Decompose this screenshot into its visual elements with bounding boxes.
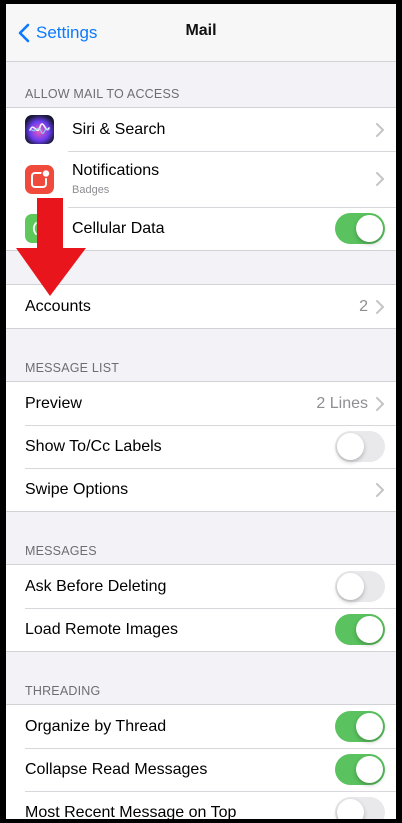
settings-screen: Settings Mail ALLOW MAIL TO ACCESS Siri … (6, 4, 396, 819)
chevron-right-icon (376, 396, 384, 411)
chevron-right-icon (376, 122, 384, 137)
navigation-bar: Settings Mail (6, 4, 396, 62)
ask-before-deleting-row: Ask Before Deleting (6, 565, 396, 608)
message-list-group: Preview 2 Lines Show To/Cc Labels Swipe … (6, 381, 396, 512)
preview-row[interactable]: Preview 2 Lines (6, 382, 396, 425)
toggle-knob (356, 756, 383, 783)
most-recent-on-top-toggle[interactable] (335, 797, 385, 819)
toggle-knob (356, 215, 383, 242)
notifications-label: Notifications (72, 162, 160, 179)
section-header-messages: MESSAGES (25, 544, 97, 558)
siri-search-row[interactable]: Siri & Search (6, 108, 396, 151)
toggle-knob (356, 713, 383, 740)
notifications-icon (25, 164, 54, 194)
siri-icon (25, 115, 54, 144)
swipe-options-label: Swipe Options (25, 480, 129, 498)
threading-group: Organize by Thread Collapse Read Message… (6, 704, 396, 819)
most-recent-on-top-row: Most Recent Message on Top (6, 791, 396, 819)
section-header-threading: THREADING (25, 684, 101, 698)
collapse-read-messages-label: Collapse Read Messages (25, 760, 208, 778)
siri-search-label: Siri & Search (72, 120, 166, 138)
accounts-count: 2 (359, 297, 368, 315)
preview-value: 2 Lines (316, 394, 368, 412)
cellular-data-toggle[interactable] (335, 213, 385, 244)
show-tocc-row: Show To/Cc Labels (6, 425, 396, 468)
chevron-right-icon (376, 482, 384, 497)
load-remote-images-row: Load Remote Images (6, 608, 396, 651)
chevron-right-icon (376, 299, 384, 314)
show-tocc-label: Show To/Cc Labels (25, 437, 162, 455)
page-title: Mail (185, 22, 217, 39)
messages-group: Ask Before Deleting Load Remote Images (6, 564, 396, 652)
organize-by-thread-toggle[interactable] (335, 711, 385, 742)
ask-before-deleting-label: Ask Before Deleting (25, 577, 167, 595)
load-remote-images-label: Load Remote Images (25, 620, 178, 638)
load-remote-images-toggle[interactable] (335, 614, 385, 645)
collapse-read-messages-row: Collapse Read Messages (6, 748, 396, 791)
toggle-knob (356, 616, 383, 643)
red-arrow-annotation (16, 198, 86, 296)
toggle-knob (337, 799, 364, 819)
notifications-sublabel: Badges (72, 184, 110, 196)
organize-by-thread-row: Organize by Thread (6, 705, 396, 748)
section-header-allow-access: ALLOW MAIL TO ACCESS (25, 87, 180, 101)
collapse-read-messages-toggle[interactable] (335, 754, 385, 785)
show-tocc-toggle[interactable] (335, 431, 385, 462)
swipe-options-row[interactable]: Swipe Options (6, 468, 396, 511)
ask-before-deleting-toggle[interactable] (335, 571, 385, 602)
most-recent-on-top-label: Most Recent Message on Top (25, 803, 237, 820)
toggle-knob (337, 573, 364, 600)
organize-by-thread-label: Organize by Thread (25, 717, 167, 735)
chevron-right-icon (376, 172, 384, 186)
preview-label: Preview (25, 394, 82, 412)
toggle-knob (337, 433, 364, 460)
section-header-message-list: MESSAGE LIST (25, 361, 120, 375)
accounts-label: Accounts (25, 297, 91, 315)
